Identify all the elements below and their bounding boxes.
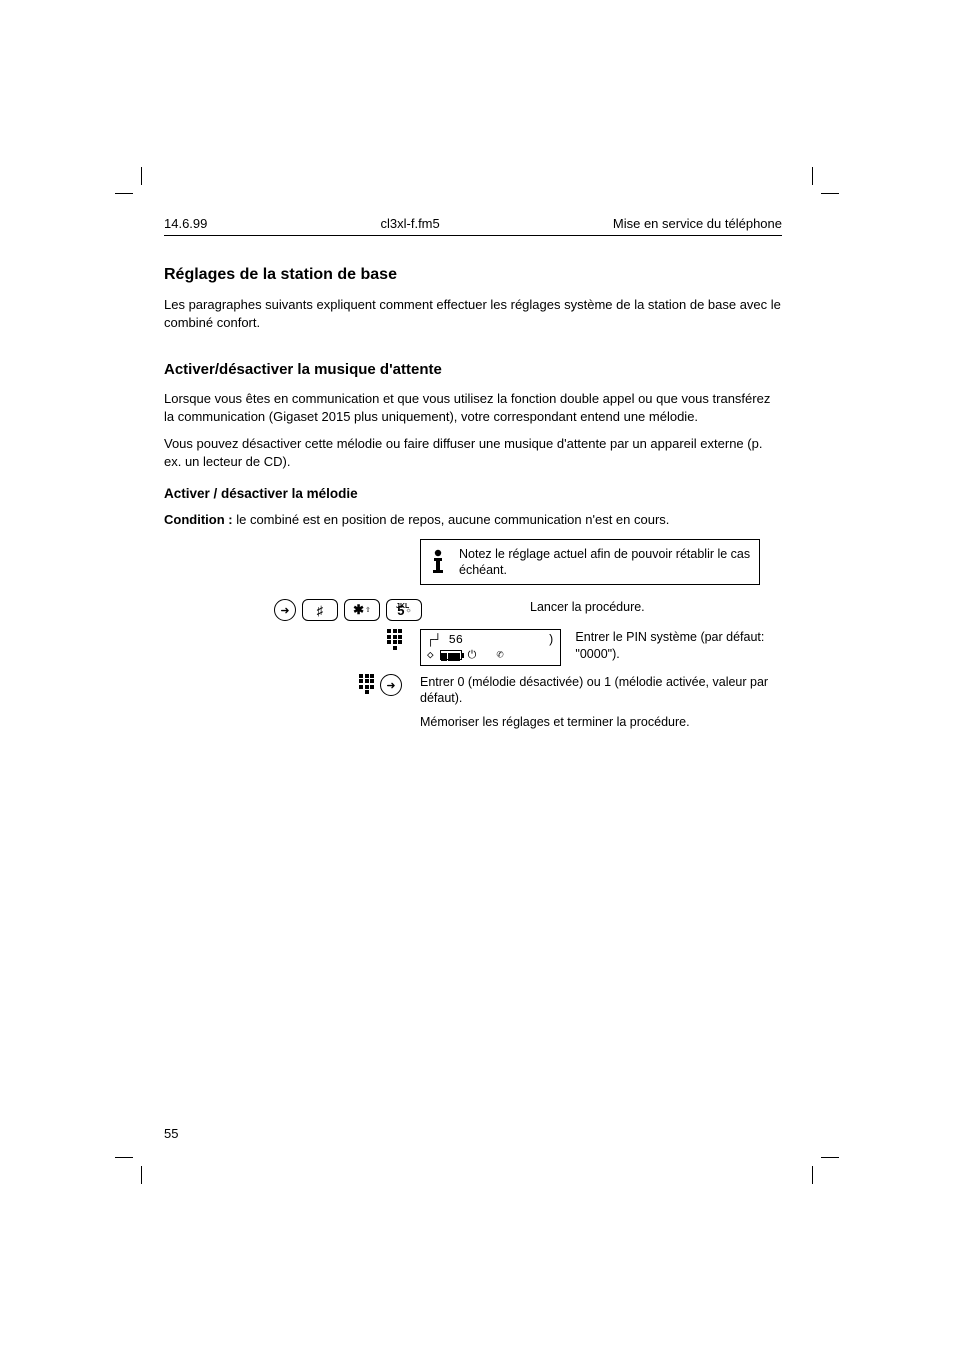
keypad-icon bbox=[387, 629, 402, 650]
keypad-icon bbox=[359, 674, 374, 695]
crop-mark bbox=[141, 167, 142, 185]
crop-mark bbox=[812, 167, 813, 185]
page-number: 55 bbox=[164, 1126, 178, 1141]
info-box: Notez le réglage actuel afin de pouvoir … bbox=[420, 539, 760, 586]
intro-paragraph: Les paragraphes suivants expliquent comm… bbox=[164, 296, 782, 331]
diamond-icon bbox=[427, 648, 434, 663]
crop-mark bbox=[821, 193, 839, 194]
crop-mark bbox=[812, 1166, 813, 1184]
sub-heading: Activer / désactiver la mélodie bbox=[164, 486, 782, 501]
lcd-line1: ┌┘ 56 bbox=[427, 633, 463, 647]
condition-line: Condition : le combiné est en position d… bbox=[164, 511, 782, 529]
key-sequence: ♯ ✱⇧ JKL5☼ bbox=[274, 599, 422, 621]
info-text: Notez le réglage actuel afin de pouvoir … bbox=[459, 546, 751, 579]
info-icon bbox=[427, 549, 449, 575]
condition-text: le combiné est en position de repos, auc… bbox=[236, 512, 669, 527]
step-description: Lancer la procédure. bbox=[530, 599, 782, 615]
star-key-icon: ✱⇧ bbox=[344, 599, 380, 621]
arrow-key-icon bbox=[380, 674, 402, 696]
condition-label: Condition : bbox=[164, 512, 233, 527]
five-key-icon: JKL5☼ bbox=[386, 599, 422, 621]
header-rule bbox=[164, 235, 782, 236]
body-paragraph: Vous pouvez désactiver cette mélodie ou … bbox=[164, 435, 782, 470]
crop-mark bbox=[821, 1157, 839, 1158]
running-header: 14.6.99 cl3xl-f.fm5 Mise en service du t… bbox=[164, 216, 782, 231]
section-title: Réglages de la station de base bbox=[164, 266, 782, 284]
lcd-paren: ) bbox=[547, 633, 554, 647]
subsection-title: Activer/désactiver la musique d'attente bbox=[164, 361, 782, 378]
step-description: Mémoriser les réglages et terminer la pr… bbox=[420, 714, 782, 730]
battery-icon bbox=[440, 650, 462, 660]
body-paragraph: Lorsque vous êtes en communication et qu… bbox=[164, 390, 782, 425]
handset-icon bbox=[496, 648, 503, 662]
arrow-key-icon bbox=[274, 599, 296, 621]
step-description: Entrer le PIN système (par défaut: "0000… bbox=[575, 629, 782, 662]
power-icon bbox=[468, 648, 477, 663]
crop-mark bbox=[115, 1157, 133, 1158]
step-description: Entrer 0 (mélodie désactivée) ou 1 (mélo… bbox=[420, 674, 782, 707]
running-file: cl3xl-f.fm5 bbox=[381, 216, 440, 231]
crop-mark bbox=[141, 1166, 142, 1184]
lcd-display: ┌┘ 56 ) bbox=[420, 629, 561, 666]
crop-mark bbox=[115, 193, 133, 194]
running-title: Mise en service du téléphone bbox=[613, 216, 782, 231]
page-date: 14.6.99 bbox=[164, 216, 207, 231]
hash-key-icon: ♯ bbox=[302, 599, 338, 621]
